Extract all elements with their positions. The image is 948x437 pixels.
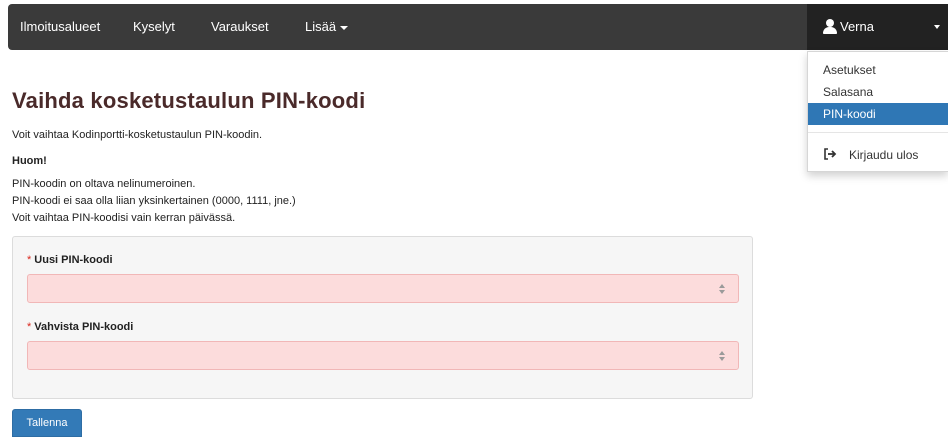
confirm-pin-input[interactable]: [27, 341, 739, 370]
new-pin-input[interactable]: [27, 274, 739, 303]
top-navbar: Ilmoitusalueet Kyselyt Varaukset Lisää V…: [8, 4, 948, 50]
intro-text: Voit vaihtaa Kodinportti-kosketustaulun …: [12, 129, 263, 141]
user-dropdown-menu: Asetukset Salasana PIN-koodi Kirjaudu ul…: [807, 51, 948, 172]
caret-down-icon: [934, 25, 940, 29]
pin-form-panel: * Uusi PIN-koodi * Vahvista PIN-koodi: [12, 236, 753, 399]
menu-item-label: Asetukset: [823, 63, 876, 77]
note-line: Voit vaihtaa PIN-koodisi vain kerran päi…: [12, 212, 236, 224]
number-spinner-icon[interactable]: [718, 284, 726, 295]
menu-item-label: Salasana: [823, 85, 874, 99]
menu-item-asetukset[interactable]: Asetukset: [808, 59, 948, 81]
confirm-pin-label: * Vahvista PIN-koodi: [27, 321, 133, 333]
menu-item-logout[interactable]: Kirjaudu ulos: [808, 144, 948, 166]
nav-item-lisaa[interactable]: Lisää: [293, 4, 360, 50]
new-pin-label-text: Uusi PIN-koodi: [34, 254, 113, 266]
menu-item-pin-koodi[interactable]: PIN-koodi: [808, 103, 948, 125]
nav-item-label: Varaukset: [211, 19, 269, 34]
confirm-pin-label-text: Vahvista PIN-koodi: [34, 321, 134, 333]
page-title: Vaihda kosketustaulun PIN-koodi: [12, 88, 366, 113]
number-spinner-icon[interactable]: [718, 351, 726, 362]
nav-item-label: Kyselyt: [133, 19, 175, 34]
nav-item-label: Ilmoitusalueet: [20, 19, 101, 34]
note-line: PIN-koodi ei saa olla liian yksinkertain…: [12, 195, 296, 207]
user-icon: [823, 19, 837, 34]
save-button[interactable]: Tallenna: [12, 409, 82, 437]
logout-label: Kirjaudu ulos: [849, 148, 919, 162]
note-line: PIN-koodin on oltava nelinumeroinen.: [12, 178, 196, 190]
note-heading: Huom!: [12, 155, 47, 167]
new-pin-label: * Uusi PIN-koodi: [27, 254, 113, 266]
required-marker: *: [27, 321, 32, 333]
nav-item-varaukset[interactable]: Varaukset: [199, 4, 281, 50]
nav-item-kyselyt[interactable]: Kyselyt: [121, 4, 187, 50]
caret-down-icon: [340, 25, 349, 30]
nav-item-label: Lisää: [305, 19, 337, 34]
menu-item-label: PIN-koodi: [823, 107, 876, 121]
user-name: Verna: [840, 19, 874, 34]
required-marker: *: [27, 254, 32, 266]
nav-item-ilmoitusalueet[interactable]: Ilmoitusalueet: [8, 4, 112, 50]
menu-divider: [808, 132, 948, 133]
sign-out-icon: [824, 148, 837, 160]
menu-item-salasana[interactable]: Salasana: [808, 81, 948, 103]
user-menu-toggle[interactable]: Verna: [807, 4, 948, 50]
